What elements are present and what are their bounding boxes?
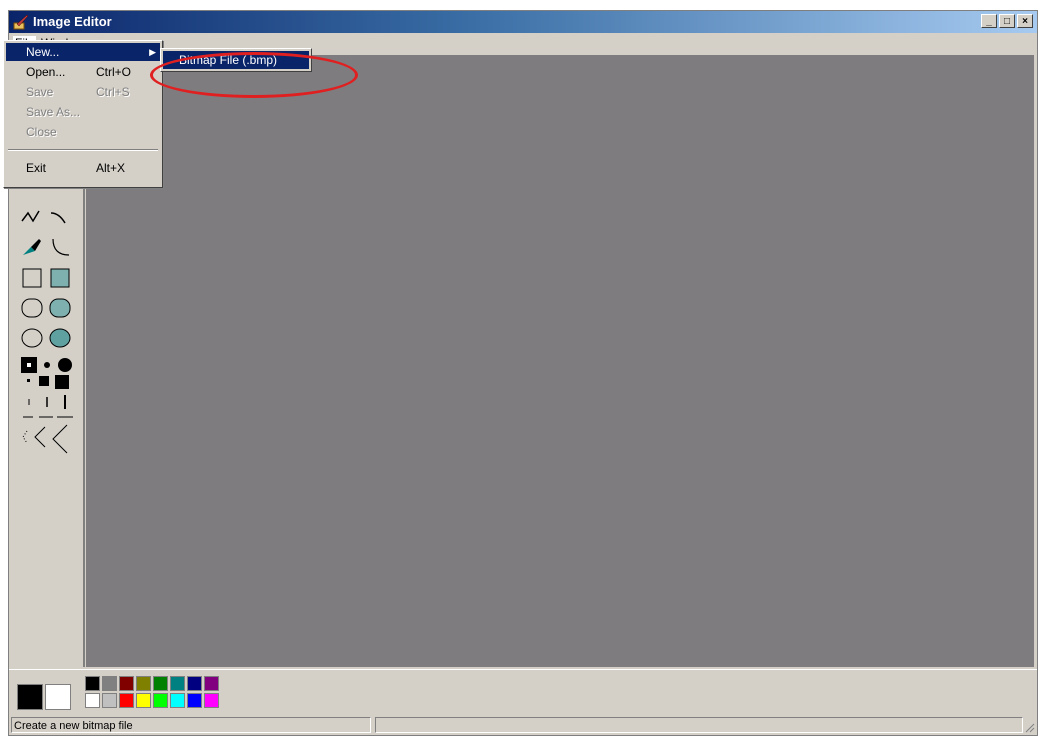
palette-color-swatch[interactable] bbox=[187, 676, 202, 691]
palette-color-swatch[interactable] bbox=[102, 693, 117, 708]
rounded-rectangle-tool-icon[interactable] bbox=[19, 295, 45, 321]
filled-rounded-rectangle-tool-icon[interactable] bbox=[47, 295, 73, 321]
eyedropper-tool-icon[interactable] bbox=[19, 235, 45, 261]
menu-item-close: Close bbox=[6, 123, 160, 141]
palette-color-swatch[interactable] bbox=[204, 676, 219, 691]
palette-color-swatch[interactable] bbox=[153, 693, 168, 708]
menu-item-label: Open... bbox=[26, 65, 66, 79]
filled-rectangle-tool-icon[interactable] bbox=[47, 265, 73, 291]
polyline-tool-icon[interactable] bbox=[19, 205, 45, 231]
foreground-color-swatch[interactable] bbox=[17, 684, 43, 710]
palette-color-swatch[interactable] bbox=[102, 676, 117, 691]
menu-item-label: Close bbox=[26, 125, 57, 139]
status-panel bbox=[375, 717, 1023, 733]
background-color-swatch[interactable] bbox=[45, 684, 71, 710]
palette-color-swatch[interactable] bbox=[85, 693, 100, 708]
palette-color-swatch[interactable] bbox=[85, 676, 100, 691]
submenu-arrow-icon: ▶ bbox=[149, 47, 156, 57]
palette-color-swatch[interactable] bbox=[136, 693, 151, 708]
menu-item-label: Exit bbox=[26, 161, 47, 175]
menu-item-exit[interactable]: Exit Alt+X bbox=[6, 159, 160, 177]
menu-item-open[interactable]: Open... Ctrl+O bbox=[6, 63, 160, 81]
palette-color-swatch[interactable] bbox=[136, 676, 151, 691]
menu-item-save-as: Save As... bbox=[6, 103, 160, 121]
menu-item-save: Save Ctrl+S bbox=[6, 83, 160, 101]
menu-item-shortcut: Ctrl+S bbox=[96, 85, 130, 99]
menu-item-new[interactable]: New... ▶ bbox=[6, 43, 160, 61]
palette-color-swatch[interactable] bbox=[170, 676, 185, 691]
drawing-canvas[interactable] bbox=[86, 55, 1034, 667]
curve-tool-icon[interactable] bbox=[47, 205, 73, 231]
minimize-button[interactable]: _ bbox=[981, 14, 997, 28]
resize-grip-icon[interactable] bbox=[1023, 721, 1035, 733]
file-menu-dropdown: New... ▶ Open... Ctrl+O Save Ctrl+S Save… bbox=[3, 40, 163, 188]
close-button[interactable]: × bbox=[1017, 14, 1033, 28]
paint-brush-icon bbox=[13, 14, 29, 30]
palette-color-swatch[interactable] bbox=[204, 693, 219, 708]
palette-color-swatch[interactable] bbox=[119, 693, 134, 708]
ellipse-tool-icon[interactable] bbox=[19, 325, 45, 351]
status-text: Create a new bitmap file bbox=[11, 717, 371, 733]
filled-ellipse-tool-icon[interactable] bbox=[47, 325, 73, 351]
line-style-selector[interactable] bbox=[19, 395, 77, 455]
brush-size-selector[interactable] bbox=[19, 355, 77, 395]
menu-item-shortcut: Alt+X bbox=[96, 161, 126, 175]
color-palette bbox=[9, 669, 1037, 716]
window-controls: _ □ × bbox=[981, 14, 1033, 28]
menu-item-shortcut: Ctrl+O bbox=[96, 65, 132, 79]
status-bar: Create a new bitmap file bbox=[9, 715, 1037, 735]
menu-item-label: New... bbox=[26, 45, 60, 59]
annotation-highlight-oval bbox=[150, 52, 358, 98]
palette-color-swatch[interactable] bbox=[153, 676, 168, 691]
palette-color-swatch[interactable] bbox=[170, 693, 185, 708]
menu-item-label: Save bbox=[26, 85, 54, 99]
palette-color-swatch[interactable] bbox=[187, 693, 202, 708]
palette-color-swatch[interactable] bbox=[119, 676, 134, 691]
maximize-button[interactable]: □ bbox=[999, 14, 1015, 28]
title-bar[interactable]: Image Editor _ □ × bbox=[9, 11, 1037, 33]
arc-tool-icon[interactable] bbox=[47, 235, 73, 261]
menu-separator bbox=[8, 149, 158, 151]
rectangle-tool-icon[interactable] bbox=[19, 265, 45, 291]
menu-item-label: Save As... bbox=[26, 105, 81, 119]
window-title: Image Editor bbox=[33, 14, 112, 29]
